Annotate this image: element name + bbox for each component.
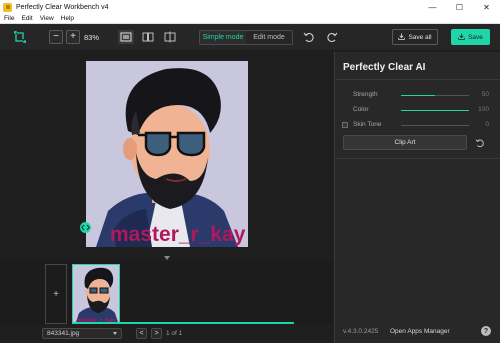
toolbar: − + 83% Simple mode Edit mode Save all S… bbox=[0, 24, 500, 51]
menu-edit[interactable]: Edit bbox=[21, 15, 32, 22]
skin-tone-checkbox[interactable] bbox=[342, 122, 348, 128]
compare-view-icon[interactable] bbox=[162, 30, 178, 44]
skin-tone-slider[interactable] bbox=[401, 125, 469, 126]
clip-art-button[interactable]: Clip Art bbox=[343, 135, 467, 150]
watermark-text: master_r_kay bbox=[110, 223, 246, 246]
strength-slider[interactable] bbox=[401, 95, 469, 96]
strength-value: 50 bbox=[481, 91, 489, 98]
open-apps-manager-link[interactable]: Open Apps Manager bbox=[390, 328, 450, 335]
thumbnail-selected[interactable]: master_r_kay bbox=[72, 264, 120, 324]
image-canvas[interactable]: master_r_kay bbox=[0, 52, 333, 260]
maximize-button[interactable]: ☐ bbox=[446, 0, 473, 14]
add-image-button[interactable]: + bbox=[45, 264, 67, 324]
zoom-out-button[interactable]: − bbox=[49, 30, 63, 44]
mode-toggle: Simple mode Edit mode bbox=[199, 30, 293, 45]
undo-icon[interactable] bbox=[303, 31, 315, 43]
color-value: 100 bbox=[478, 106, 489, 113]
panel-title: Perfectly Clear AI bbox=[343, 62, 426, 73]
next-image-button[interactable]: > bbox=[151, 328, 162, 339]
skin-tone-slider-row: Skin Tone 0 bbox=[335, 120, 500, 130]
page-indicator: 1 of 1 bbox=[166, 330, 183, 337]
download-icon bbox=[398, 32, 406, 42]
title-bar: Perfectly Clear Workbench v4 — ☐ ✕ bbox=[0, 0, 500, 14]
panel-divider bbox=[335, 79, 500, 80]
zoom-level: 83% bbox=[84, 33, 100, 42]
save-button[interactable]: Save bbox=[451, 29, 490, 45]
close-button[interactable]: ✕ bbox=[473, 0, 500, 14]
reset-icon[interactable] bbox=[475, 138, 485, 148]
file-select-dropdown[interactable]: 843341.jpg bbox=[42, 328, 122, 339]
color-slider[interactable] bbox=[401, 110, 469, 111]
color-slider-row: Color 100 bbox=[335, 105, 500, 115]
simple-mode-button[interactable]: Simple mode bbox=[200, 31, 246, 44]
edit-mode-button[interactable]: Edit mode bbox=[246, 31, 292, 44]
chevron-down-icon bbox=[113, 332, 117, 335]
redo-icon[interactable] bbox=[326, 31, 338, 43]
split-view-icon[interactable] bbox=[140, 30, 156, 44]
save-all-button[interactable]: Save all bbox=[392, 29, 438, 45]
window-controls: — ☐ ✕ bbox=[419, 0, 500, 14]
file-select-value: 843341.jpg bbox=[47, 330, 80, 337]
help-icon[interactable]: ? bbox=[481, 326, 491, 336]
strength-label: Strength bbox=[353, 91, 378, 98]
app-logo-icon bbox=[3, 2, 12, 12]
version-label: v.4.3.0.2425 bbox=[343, 328, 379, 335]
color-slider-fill bbox=[401, 110, 469, 111]
menu-view[interactable]: View bbox=[40, 15, 54, 22]
minimize-button[interactable]: — bbox=[419, 0, 446, 14]
skin-tone-value: 0 bbox=[485, 121, 489, 128]
strength-slider-row: Strength 50 bbox=[335, 90, 500, 100]
color-label: Color bbox=[353, 106, 369, 113]
strength-slider-fill bbox=[401, 95, 435, 96]
single-view-icon[interactable] bbox=[118, 30, 134, 44]
prev-image-button[interactable]: < bbox=[136, 328, 147, 339]
compare-slider-handle[interactable] bbox=[80, 222, 91, 233]
menu-help[interactable]: Help bbox=[61, 15, 74, 22]
filmstrip: + master_r_kay bbox=[0, 260, 333, 324]
panel-divider-2 bbox=[335, 158, 500, 159]
save-download-icon bbox=[458, 32, 465, 42]
save-all-label: Save all bbox=[408, 33, 432, 41]
crop-tool-icon[interactable] bbox=[13, 30, 27, 44]
save-label: Save bbox=[468, 33, 483, 41]
menu-file[interactable]: File bbox=[4, 15, 14, 22]
zoom-in-button[interactable]: + bbox=[66, 30, 80, 44]
skin-tone-label: Skin Tone bbox=[353, 121, 382, 128]
menu-bar: File Edit View Help bbox=[0, 14, 500, 24]
adjustments-panel: Perfectly Clear AI Strength 50 Color 100… bbox=[334, 52, 500, 343]
edited-photo: master_r_kay bbox=[86, 61, 248, 247]
window-title: Perfectly Clear Workbench v4 bbox=[16, 3, 109, 11]
bottom-bar: 843341.jpg < > 1 of 1 bbox=[0, 324, 333, 343]
